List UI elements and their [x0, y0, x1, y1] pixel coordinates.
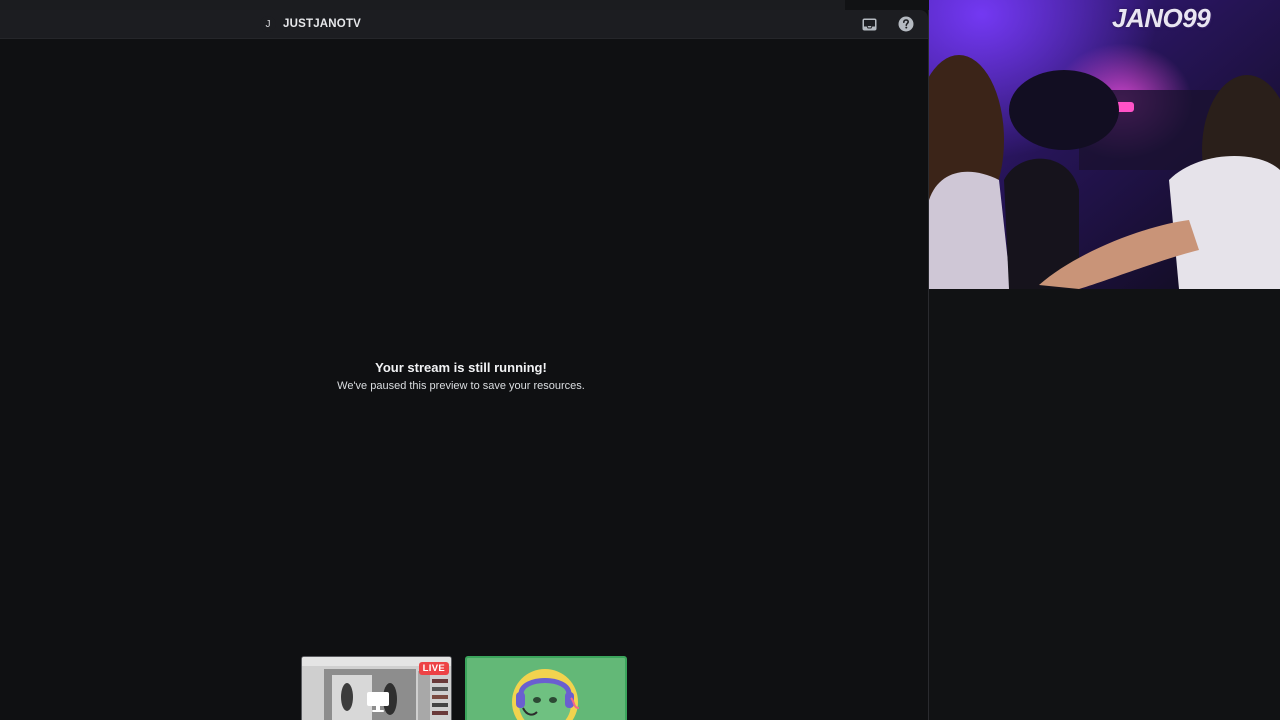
paused-message: Your stream is still running! We've paus… [0, 360, 922, 392]
help-icon[interactable] [898, 16, 914, 32]
title-bar: J JUSTJANOTV [0, 10, 928, 39]
paused-subtitle: We've paused this preview to save your r… [337, 380, 585, 392]
live-badge: LIVE [418, 662, 449, 675]
title-avatar: J [260, 16, 276, 32]
right-panel-empty [929, 289, 1280, 720]
desktop-strip [0, 0, 845, 10]
user-tile-speaking[interactable] [465, 656, 627, 720]
webcam-image [929, 0, 1280, 289]
monitor-icon [366, 691, 390, 718]
title-text: JUSTJANOTV [283, 18, 362, 30]
channel-title: J JUSTJANOTV [260, 15, 361, 33]
screen: J JUSTJANOTV Your stream is still runnin… [0, 0, 1280, 720]
stream-tile[interactable]: LIVE [301, 656, 452, 720]
discord-stream-window: J JUSTJANOTV Your stream is still runnin… [0, 10, 929, 720]
inbox-icon[interactable] [861, 16, 877, 32]
user-avatar [512, 669, 580, 720]
paused-title: Your stream is still running! [375, 360, 547, 375]
webcam-overlay-name: JANO99 [1112, 3, 1211, 33]
webcam-feed [929, 0, 1280, 289]
